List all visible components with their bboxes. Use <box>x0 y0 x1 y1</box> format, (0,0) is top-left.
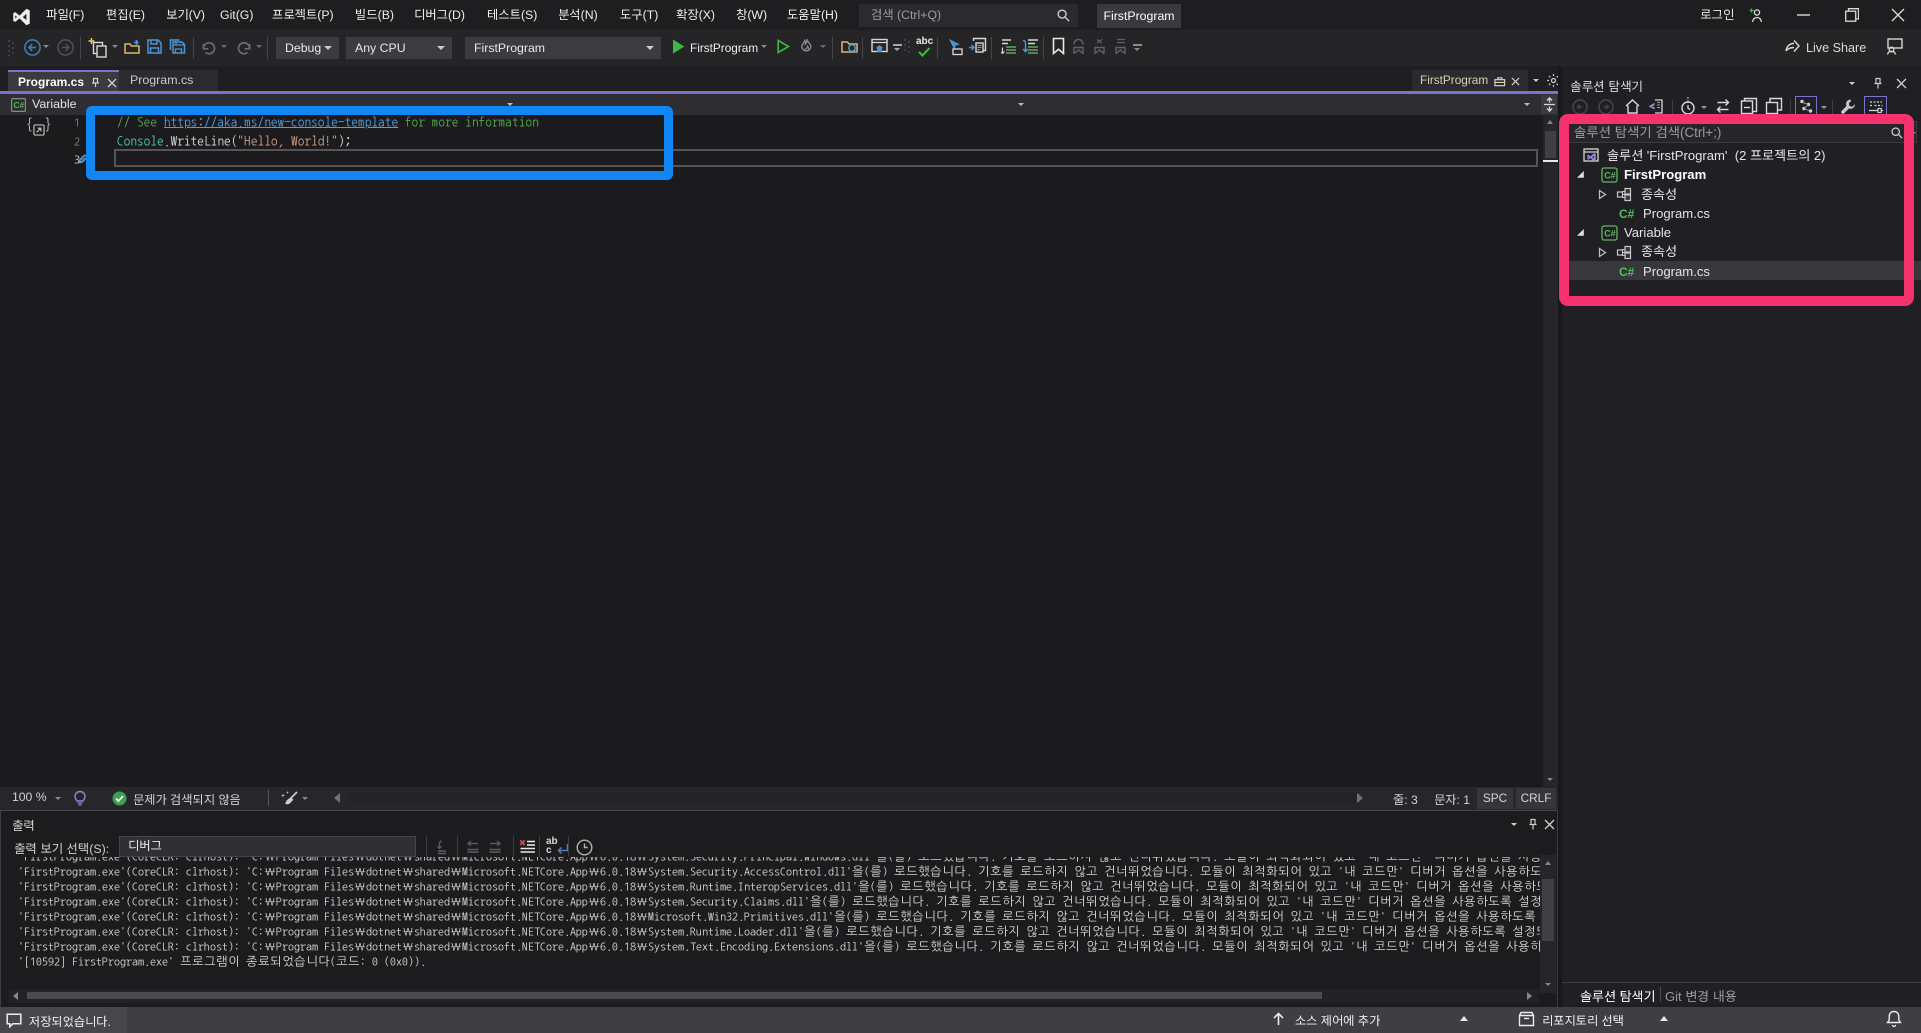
svg-text:C#: C# <box>13 100 24 110</box>
